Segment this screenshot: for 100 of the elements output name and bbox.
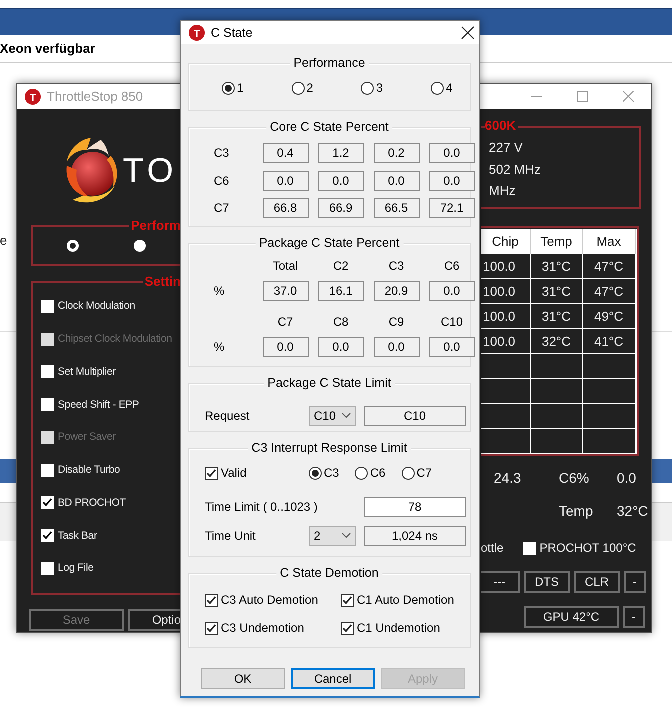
column-header: C9 bbox=[388, 315, 406, 329]
group-title: C State Demotion bbox=[276, 566, 383, 580]
value-field: 16.1 bbox=[318, 281, 364, 301]
column-header: Chip bbox=[481, 229, 531, 254]
box-label: Perform bbox=[129, 218, 181, 233]
button[interactable]: OK bbox=[201, 668, 285, 689]
button[interactable]: --- bbox=[481, 571, 520, 593]
column-header: C10 bbox=[440, 315, 464, 329]
button[interactable]: - bbox=[623, 606, 645, 628]
checkbox[interactable]: Log File bbox=[41, 552, 181, 585]
logo-text: TO bbox=[123, 152, 178, 190]
checkbox[interactable]: Speed Shift - EPP bbox=[41, 388, 181, 421]
stat-label: C6% bbox=[559, 470, 590, 486]
radio-button[interactable] bbox=[67, 240, 79, 252]
value-field: 0.0 bbox=[262, 337, 308, 357]
value-field: 0.0 bbox=[429, 143, 475, 163]
value-field: 1,024 ns bbox=[364, 526, 466, 546]
table-cell: 41°C bbox=[583, 329, 636, 354]
value-field: 1.2 bbox=[318, 143, 364, 163]
dropdown[interactable]: C10 bbox=[309, 406, 356, 426]
radio-button[interactable]: C7 bbox=[402, 465, 432, 481]
cpu-reading: 227 V bbox=[489, 139, 524, 158]
value-field: 37.0 bbox=[262, 281, 308, 301]
row-label: C7 bbox=[214, 200, 230, 217]
checkbox[interactable]: Disable Turbo bbox=[41, 454, 181, 486]
checkbox[interactable]: Valid bbox=[205, 466, 247, 480]
table-cell bbox=[531, 379, 583, 404]
value-field: 72.1 bbox=[429, 198, 475, 218]
value-field: 0.4 bbox=[262, 143, 308, 163]
field-label: Time Unit bbox=[205, 529, 257, 543]
check-icon bbox=[41, 529, 54, 542]
field-label: Request bbox=[205, 408, 251, 422]
checkbox[interactable]: Set Multiplier bbox=[41, 356, 181, 388]
checkbox[interactable]: Clock Modulation bbox=[41, 290, 181, 323]
row-label: C3 bbox=[214, 145, 230, 162]
table-cell bbox=[481, 404, 531, 429]
stat-value: 0.0 bbox=[617, 470, 638, 486]
column-header: C3 bbox=[388, 259, 406, 273]
button[interactable]: DTS bbox=[524, 571, 570, 593]
value-field: 0.0 bbox=[429, 337, 475, 357]
table-cell: 31°C bbox=[531, 304, 583, 329]
checkbox[interactable]: Task Bar bbox=[41, 519, 181, 552]
checkbox[interactable]: C3 Undemotion bbox=[205, 621, 304, 635]
field-label: Time Limit ( 0..1023 ) bbox=[205, 500, 319, 514]
box-label: 600K bbox=[485, 118, 518, 133]
column-header: C6 bbox=[443, 259, 461, 273]
column-header: C7 bbox=[276, 315, 294, 329]
group-title: Package C State Percent bbox=[255, 236, 404, 250]
table-cell bbox=[481, 429, 531, 454]
radio-button[interactable]: 3 bbox=[361, 80, 384, 96]
value-field: 66.8 bbox=[262, 198, 308, 218]
checkbox[interactable]: C1 Undemotion bbox=[341, 621, 440, 635]
checkbox[interactable]: C1 Auto Demotion bbox=[341, 593, 454, 607]
radio-button[interactable]: 2 bbox=[292, 80, 314, 96]
value-field: C10 bbox=[364, 406, 466, 426]
row-label: % bbox=[214, 283, 226, 300]
value-field: 0.0 bbox=[429, 170, 475, 190]
dropdown[interactable]: 2 bbox=[309, 526, 356, 546]
button[interactable]: Optio bbox=[128, 608, 181, 631]
value-field: 0.0 bbox=[318, 337, 364, 357]
table-cell bbox=[481, 379, 531, 404]
radio-button[interactable]: 4 bbox=[431, 80, 453, 96]
radio-button[interactable] bbox=[134, 240, 146, 252]
cpu-reading: MHz bbox=[489, 182, 517, 200]
radio-button[interactable]: C6 bbox=[355, 465, 386, 481]
checkbox[interactable]: BD PROCHOT bbox=[41, 486, 181, 520]
table-cell: 100.0 bbox=[481, 279, 531, 304]
table-cell: 31°C bbox=[531, 254, 583, 279]
page-heading: Xeon verfügbar bbox=[0, 41, 96, 56]
group-title: Package C State Limit bbox=[264, 376, 396, 390]
app-icon: T bbox=[189, 24, 205, 40]
button[interactable]: GPU 42°C bbox=[524, 606, 619, 628]
button[interactable]: CLR bbox=[574, 571, 620, 593]
group-title: C3 Interrupt Response Limit bbox=[248, 441, 412, 455]
checkbox[interactable]: C3 Auto Demotion bbox=[205, 593, 318, 607]
button[interactable]: - bbox=[624, 571, 646, 593]
radio-button[interactable]: C3 bbox=[309, 465, 340, 481]
window-title: C State bbox=[211, 26, 253, 40]
button[interactable]: Cancel bbox=[291, 668, 375, 689]
maximize-icon bbox=[576, 91, 588, 102]
value-field: 0.2 bbox=[374, 143, 420, 163]
table-cell: 47°C bbox=[583, 254, 636, 279]
text-fragment: ottle bbox=[481, 541, 504, 555]
input-field[interactable]: 78 bbox=[364, 497, 466, 517]
table-cell: 100.0 bbox=[481, 304, 531, 329]
table-cell: 100.0 bbox=[481, 254, 531, 279]
stat-value: 24.3 bbox=[494, 470, 522, 486]
chevron-icon bbox=[342, 533, 351, 539]
value-field: 66.9 bbox=[318, 198, 364, 218]
app-icon: T bbox=[25, 88, 41, 104]
box-label: Settin bbox=[142, 274, 181, 289]
table-cell: 32°C bbox=[531, 329, 583, 354]
close-icon[interactable] bbox=[461, 26, 475, 40]
checkbox[interactable]: PROCHOT 100°C bbox=[522, 541, 636, 555]
column-header: Max bbox=[583, 229, 636, 254]
radio-button[interactable]: 1 bbox=[222, 80, 244, 96]
table-cell: 31°C bbox=[531, 279, 583, 304]
stat-value: 32°C bbox=[617, 503, 650, 519]
row-label: % bbox=[214, 339, 226, 356]
value-field: 0.0 bbox=[374, 337, 420, 357]
